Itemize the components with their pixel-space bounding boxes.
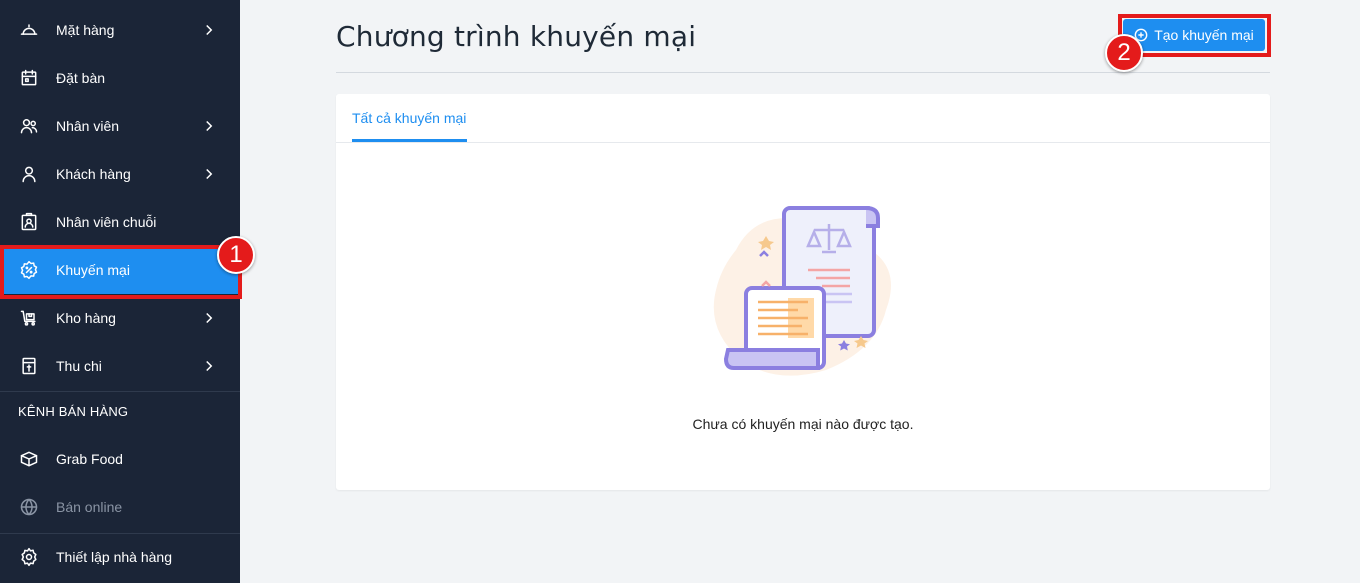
chevron-right-icon [200,117,218,135]
tab-all-promotions[interactable]: Tất cả khuyến mại [352,94,466,142]
sidebar-item-label: Khách hàng [56,166,131,182]
sidebar-item-customers[interactable]: Khách hàng [0,150,240,198]
sidebar-item-reservations[interactable]: Đặt bàn [0,54,240,102]
empty-state-illustration [713,206,891,376]
step-badge: 2 [1105,34,1143,72]
sidebar-item-label: Thu chi [56,358,102,374]
badge-icon [18,211,40,233]
dish-cover-icon [18,19,40,41]
sidebar-item-warehouse[interactable]: Kho hàng [0,294,240,342]
sidebar-item-label: Mặt hàng [56,22,115,38]
warehouse-icon [18,307,40,329]
gear-icon [18,546,40,568]
empty-state-message: Chưa có khuyến mại nào được tạo. [692,416,914,432]
sidebar-item-label: Nhân viên [56,118,120,134]
step-badge: 1 [217,236,255,274]
sales-channels-heading: KÊNH BÁN HÀNG [18,404,129,419]
page-title: Chương trình khuyến mại [336,20,697,53]
chevron-right-icon [200,165,218,183]
sidebar-item-chain-staff[interactable]: Nhân viên chuỗi [0,198,240,246]
user-icon [18,163,40,185]
divider [336,142,1270,143]
promotions-card: Tất cả khuyến mại Chưa có khuyến mại nào… [336,94,1270,490]
calendar-icon [18,67,40,89]
sidebar-item-restaurant-settings[interactable]: Thiết lập nhà hàng [0,533,240,581]
chevron-right-icon [200,21,218,39]
sidebar-item-label: Nhân viên chuỗi [56,214,157,230]
highlight-box [0,245,242,299]
sidebar-item-label: Kho hàng [56,310,116,326]
users-icon [18,115,40,137]
sidebar-item-cashbook[interactable]: Thu chi [0,342,240,390]
sidebar-item-grab-food[interactable]: Grab Food [0,435,240,483]
divider [0,391,240,392]
cashbook-icon [18,355,40,377]
chevron-right-icon [200,309,218,327]
sidebar-item-label: Đặt bàn [56,70,106,86]
sidebar-item-products[interactable]: Mặt hàng [0,6,240,54]
sidebar-item-staff[interactable]: Nhân viên [0,102,240,150]
sidebar-item-online-sales[interactable]: Bán online [0,483,240,531]
sidebar-item-label: Grab Food [56,451,123,467]
sidebar-item-label: Bán online [56,499,123,515]
chevron-right-icon [200,357,218,375]
globe-icon [18,496,40,518]
divider [336,72,1270,73]
sidebar-item-label: Thiết lập nhà hàng [56,549,172,565]
box-icon [18,448,40,470]
